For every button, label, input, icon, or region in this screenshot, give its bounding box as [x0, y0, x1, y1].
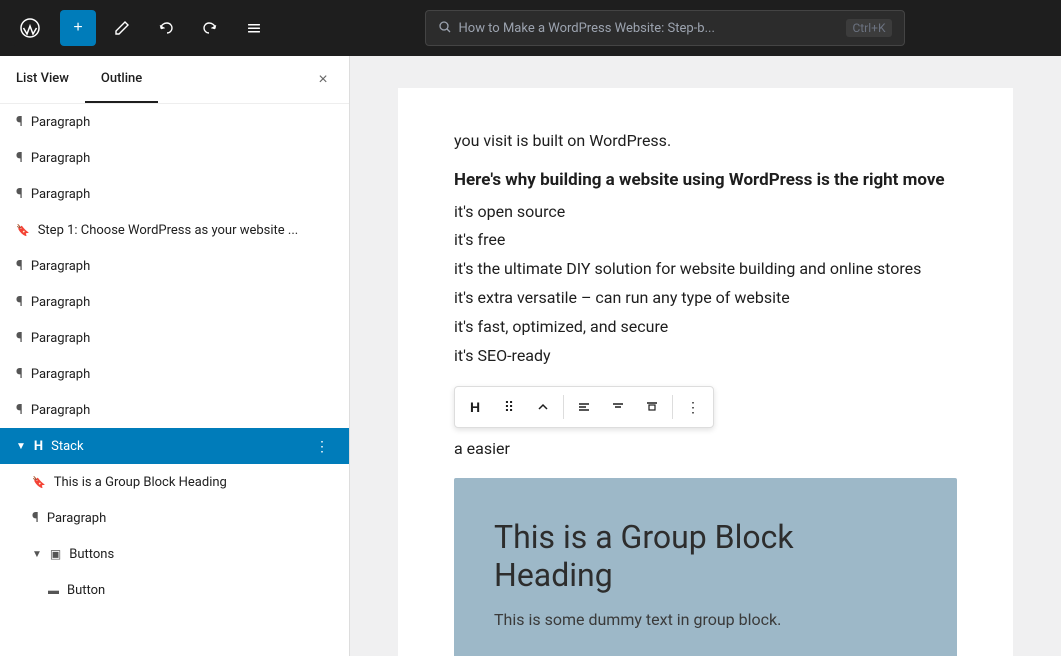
- item-label: Paragraph: [31, 331, 333, 346]
- align-left-button[interactable]: [568, 391, 600, 423]
- item-label: Paragraph: [31, 151, 333, 166]
- list-item-group-para[interactable]: ¶ Paragraph: [0, 500, 349, 536]
- bookmark-icon: 🔖: [32, 476, 46, 489]
- move-up-button[interactable]: [527, 391, 559, 423]
- group-block-heading: This is a Group Block Heading: [494, 518, 917, 594]
- chevron-down-icon: ▼: [16, 441, 26, 452]
- sidebar-close-button[interactable]: ×: [309, 66, 337, 94]
- list-item[interactable]: ¶ Paragraph: [0, 176, 349, 212]
- sidebar-header: List View Outline ×: [0, 56, 349, 104]
- item-label: Paragraph: [31, 115, 333, 130]
- content-area: you visit is built on WordPress. Here's …: [350, 56, 1061, 656]
- edit-mode-button[interactable]: [104, 10, 140, 46]
- item-label: Paragraph: [31, 367, 333, 382]
- paragraph-icon: ¶: [16, 294, 23, 310]
- search-shortcut: Ctrl+K: [846, 19, 891, 37]
- stack-icon: H: [34, 439, 43, 454]
- item-label: This is a Group Block Heading: [54, 475, 333, 490]
- item-label: Paragraph: [47, 511, 333, 526]
- drag-handle-button[interactable]: ⠿: [493, 391, 525, 423]
- item-label: Buttons: [69, 547, 333, 562]
- buttons-icon: ▣: [50, 547, 61, 561]
- paragraph-icon: ¶: [32, 510, 39, 526]
- list-item-group-heading[interactable]: 🔖 This is a Group Block Heading: [0, 464, 349, 500]
- list-item: it's extra versatile – can run any type …: [454, 284, 957, 313]
- list-item[interactable]: ¶ Paragraph: [0, 356, 349, 392]
- list-item: it's open source: [454, 198, 957, 227]
- item-label: Button: [67, 583, 333, 598]
- wp-logo[interactable]: [12, 10, 48, 46]
- editor-content: you visit is built on WordPress. Here's …: [398, 88, 1013, 656]
- redo-button[interactable]: [192, 10, 228, 46]
- list-item[interactable]: ¶ Paragraph: [0, 140, 349, 176]
- paragraph-icon: ¶: [16, 258, 23, 274]
- undo-button[interactable]: [148, 10, 184, 46]
- item-more-button[interactable]: ⋮: [311, 436, 333, 457]
- more-options-button[interactable]: ⋮: [677, 391, 709, 423]
- list-item[interactable]: ¶ Paragraph: [0, 392, 349, 428]
- sidebar-list: ¶ Paragraph ¶ Paragraph ¶ Paragraph 🔖 St…: [0, 104, 349, 656]
- search-text: How to Make a WordPress Website: Step-b.…: [459, 21, 839, 36]
- block-toolbar: H ⠿: [454, 386, 714, 428]
- group-block: This is a Group Block Heading This is so…: [454, 478, 957, 656]
- menu-button[interactable]: [236, 10, 272, 46]
- list-item: it's SEO-ready: [454, 342, 957, 371]
- block-type-button[interactable]: H: [459, 391, 491, 423]
- after-list-text: a easier: [454, 436, 957, 462]
- top-bar: + How to Make a WordPress Webs: [0, 0, 1061, 56]
- item-label: Paragraph: [31, 259, 333, 274]
- list-item-buttons[interactable]: ▼ ▣ Buttons: [0, 536, 349, 572]
- item-label: Stack: [51, 439, 303, 454]
- item-label: Paragraph: [31, 295, 333, 310]
- paragraph-icon: ¶: [16, 330, 23, 346]
- align-center-button[interactable]: [602, 391, 634, 423]
- toolbar-divider: [672, 395, 673, 419]
- button-icon: ▬: [48, 584, 59, 597]
- item-label: Paragraph: [31, 187, 333, 202]
- add-block-button[interactable]: +: [60, 10, 96, 46]
- paragraph-icon: ¶: [16, 366, 23, 382]
- tab-outline[interactable]: Outline: [85, 56, 158, 103]
- list-item[interactable]: ¶ Paragraph: [0, 320, 349, 356]
- paragraph-icon: ¶: [16, 402, 23, 418]
- section-heading: Here's why building a website using Word…: [454, 170, 957, 190]
- feature-list: it's open source it's free it's the ulti…: [454, 198, 957, 371]
- list-item[interactable]: ¶ Paragraph: [0, 284, 349, 320]
- tab-list-view[interactable]: List View: [0, 56, 85, 103]
- item-label: Paragraph: [31, 403, 333, 418]
- list-item[interactable]: ¶ Paragraph: [0, 104, 349, 140]
- align-top-button[interactable]: [636, 391, 668, 423]
- paragraph-icon: ¶: [16, 186, 23, 202]
- heading-icon: 🔖: [16, 224, 30, 237]
- main-layout: List View Outline × ¶ Paragraph ¶ Paragr…: [0, 56, 1061, 656]
- toolbar-divider: [563, 395, 564, 419]
- search-bar[interactable]: How to Make a WordPress Website: Step-b.…: [425, 10, 905, 46]
- sidebar-item-stack[interactable]: ▼ H Stack ⋮: [0, 428, 349, 464]
- list-item: it's fast, optimized, and secure: [454, 313, 957, 342]
- paragraph-icon: ¶: [16, 150, 23, 166]
- list-item: it's the ultimate DIY solution for websi…: [454, 255, 957, 284]
- list-item-heading[interactable]: 🔖 Step 1: Choose WordPress as your websi…: [0, 212, 349, 248]
- search-icon: [438, 20, 451, 37]
- group-block-text: This is some dummy text in group block.: [494, 610, 917, 629]
- list-item[interactable]: ¶ Paragraph: [0, 248, 349, 284]
- paragraph-icon: ¶: [16, 114, 23, 130]
- list-item-button[interactable]: ▬ Button: [0, 572, 349, 608]
- intro-text: you visit is built on WordPress.: [454, 128, 957, 154]
- chevron-down-icon: ▼: [32, 549, 42, 560]
- sidebar: List View Outline × ¶ Paragraph ¶ Paragr…: [0, 56, 350, 656]
- list-item: it's free: [454, 226, 957, 255]
- item-label: Step 1: Choose WordPress as your website…: [38, 223, 333, 238]
